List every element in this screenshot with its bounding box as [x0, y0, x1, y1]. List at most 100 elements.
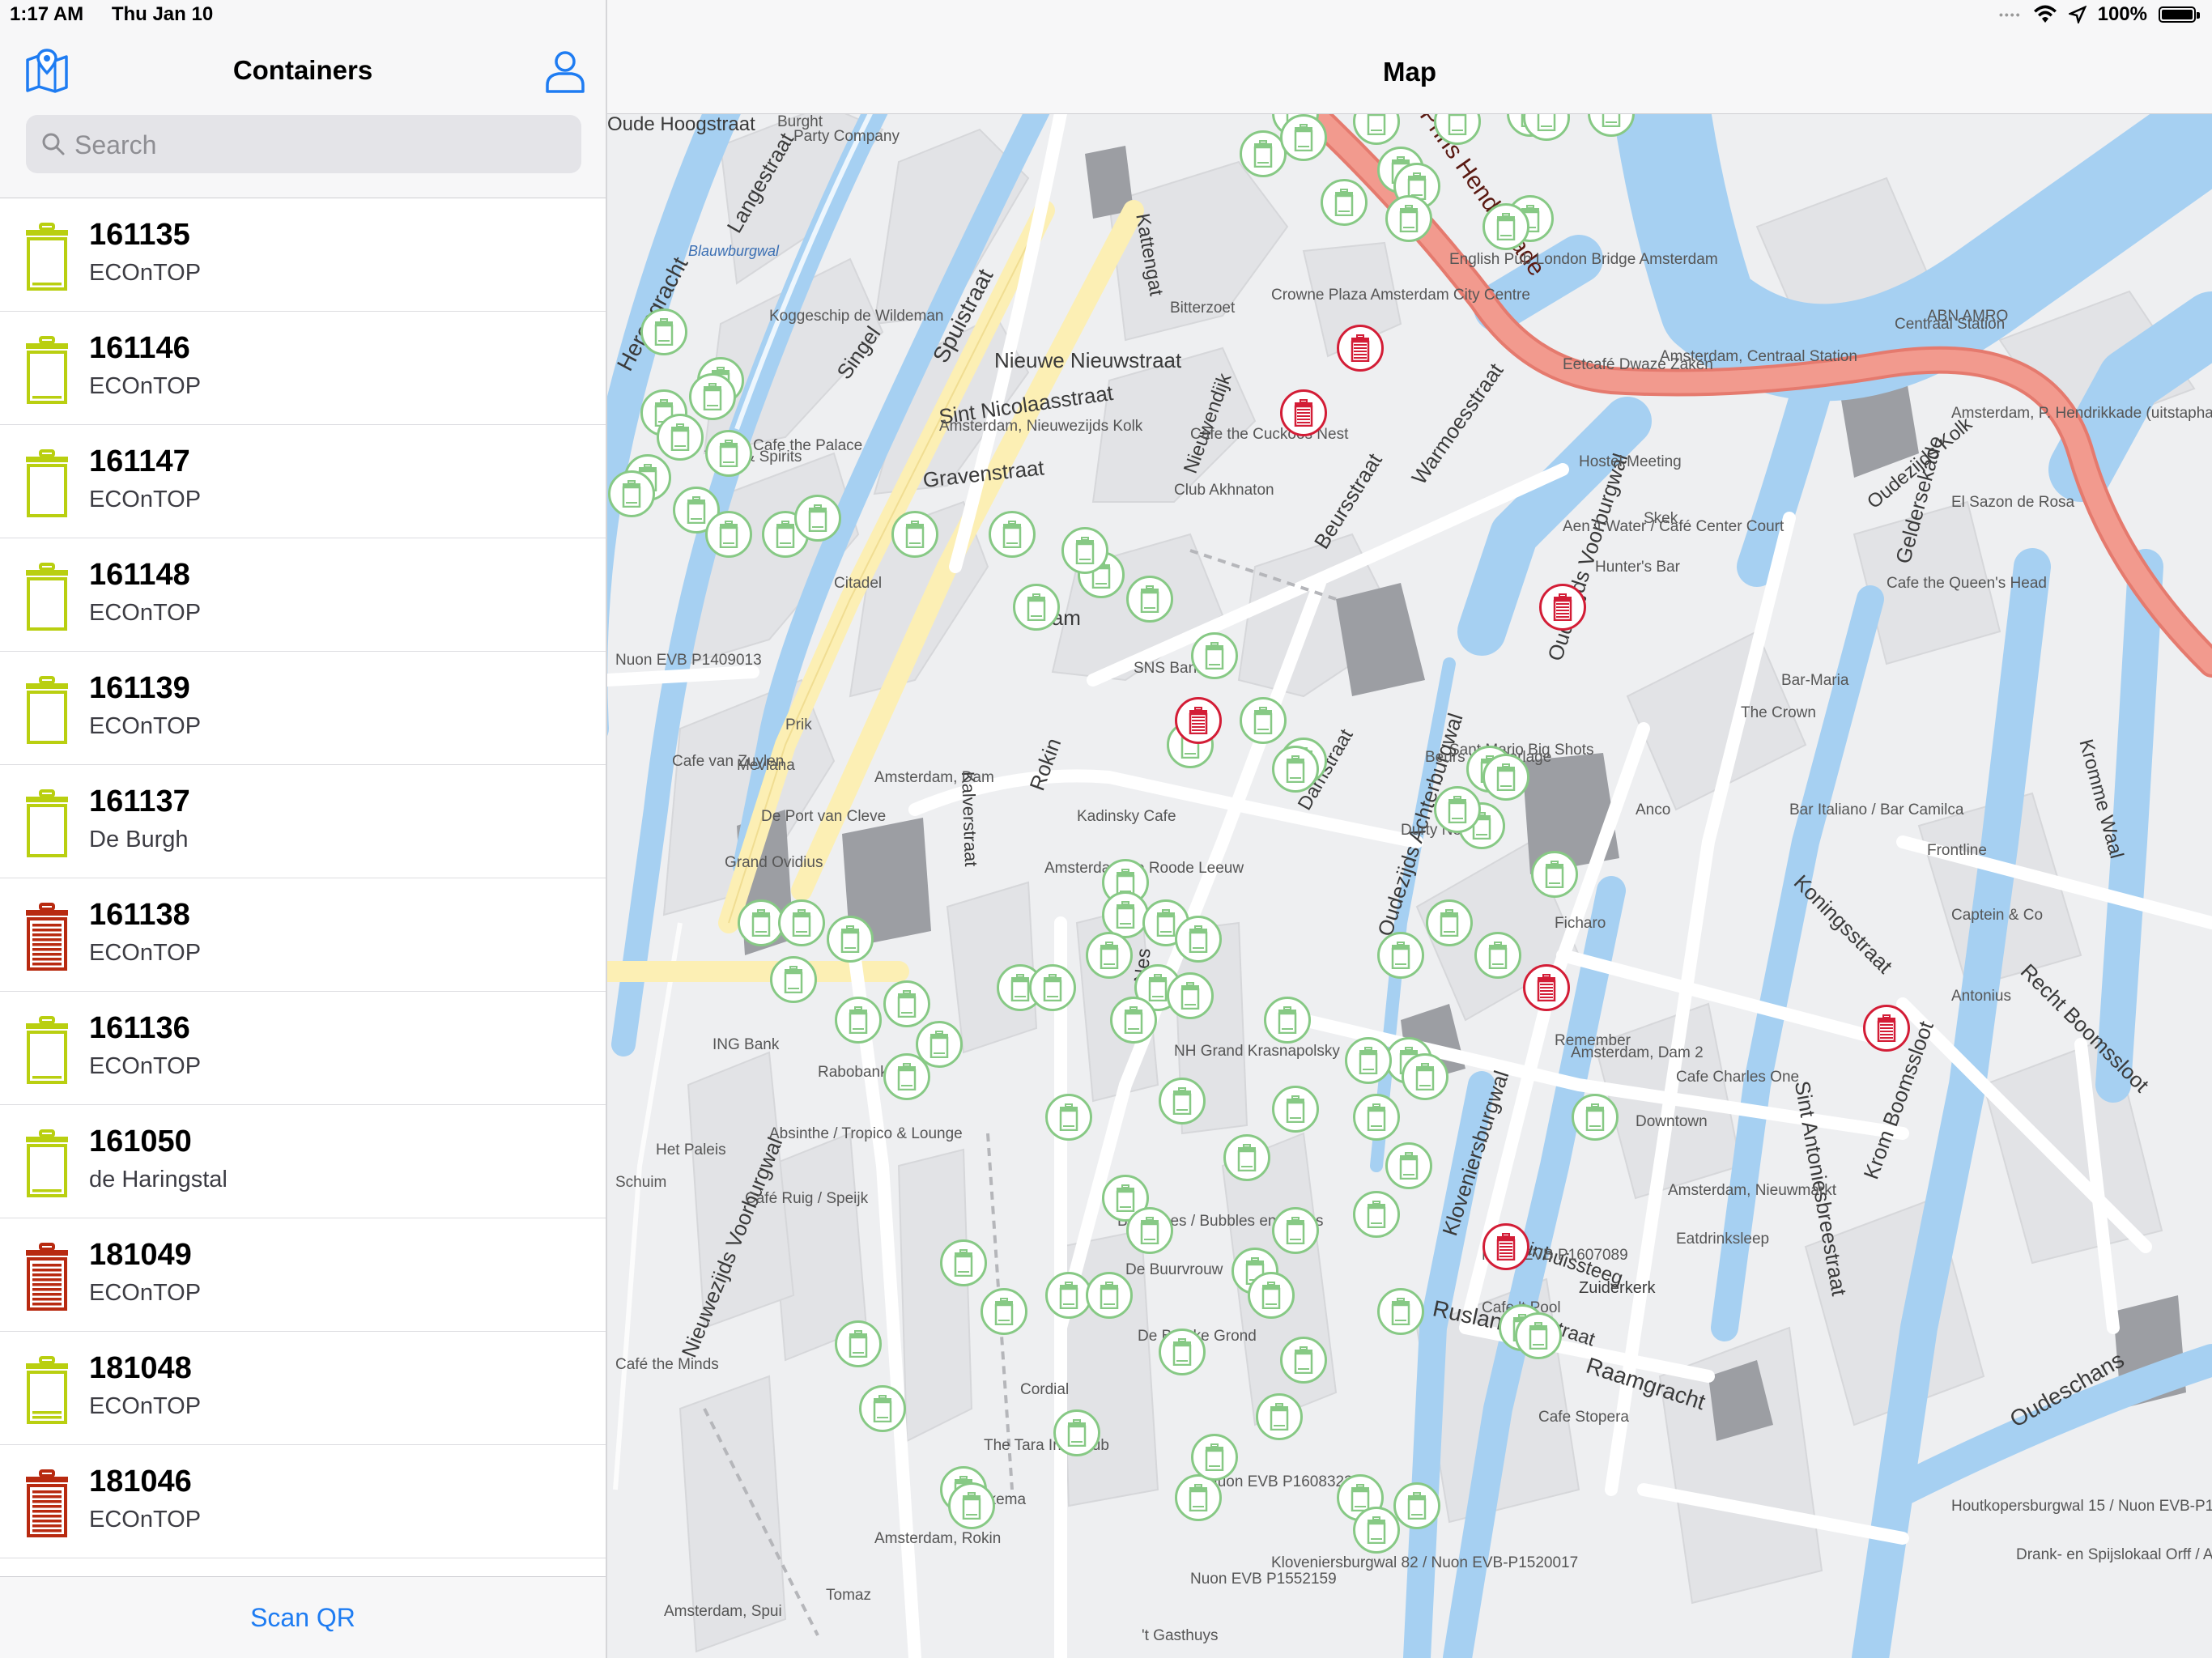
container-pin[interactable] — [1531, 851, 1578, 898]
container-row[interactable]: 161147 ECOnTOP — [0, 425, 606, 538]
container-pin[interactable] — [640, 308, 687, 355]
container-location: De Burgh — [89, 827, 189, 852]
container-pin[interactable] — [989, 511, 1036, 558]
container-pin[interactable] — [1482, 754, 1529, 801]
container-row[interactable]: 161139 ECOnTOP — [0, 652, 606, 765]
container-pin[interactable] — [1126, 1207, 1173, 1254]
container-pin-full[interactable] — [1523, 964, 1570, 1011]
container-pin[interactable] — [1013, 584, 1060, 631]
trash-bin-icon — [873, 1395, 892, 1422]
container-pin[interactable] — [1191, 632, 1238, 679]
container-pin[interactable] — [1272, 1207, 1319, 1254]
container-pin[interactable] — [794, 495, 841, 542]
container-pin[interactable] — [705, 511, 752, 558]
container-pin[interactable] — [1159, 1078, 1206, 1124]
container-pin[interactable] — [1377, 1288, 1424, 1335]
container-pin-full[interactable] — [1337, 325, 1384, 372]
container-pin[interactable] — [883, 980, 930, 1027]
container-pin[interactable] — [1321, 179, 1368, 226]
container-pin-full[interactable] — [1482, 1223, 1529, 1270]
container-pin[interactable] — [1353, 1507, 1400, 1554]
user-icon[interactable] — [541, 47, 589, 96]
container-pin[interactable] — [1175, 916, 1222, 963]
container-pin[interactable] — [1053, 1409, 1100, 1456]
container-pin[interactable] — [657, 414, 704, 461]
container-pin[interactable] — [1434, 786, 1481, 833]
container-pin[interactable] — [948, 1482, 995, 1529]
container-pin[interactable] — [689, 373, 736, 420]
place-label: Kadinsky Cafe — [1077, 808, 1176, 825]
container-row[interactable]: 161148 ECOnTOP — [0, 538, 606, 652]
container-pin[interactable] — [1191, 1434, 1238, 1481]
container-pin[interactable] — [1086, 1272, 1133, 1319]
container-pin[interactable] — [1240, 697, 1287, 744]
trash-bin-icon — [792, 909, 811, 937]
container-row[interactable]: 161050 de Haringstal — [0, 1105, 606, 1218]
container-pin[interactable] — [608, 470, 655, 517]
container-pin[interactable] — [1482, 203, 1529, 250]
signal-dots-icon: •••• — [1999, 8, 2022, 21]
container-pin[interactable] — [1385, 195, 1432, 242]
container-pin[interactable] — [1515, 1312, 1562, 1359]
container-pin[interactable] — [778, 899, 825, 946]
map-view[interactable]: Prins Hendrikkade Nieuwe Nieuwstraat Sint … — [607, 113, 2212, 1658]
container-pin[interactable] — [1159, 1329, 1206, 1375]
container-pin-full[interactable] — [1539, 584, 1586, 631]
container-pin[interactable] — [940, 1239, 987, 1286]
container-pin[interactable] — [1264, 997, 1311, 1044]
container-pin[interactable] — [1385, 1142, 1432, 1189]
trash-bin-icon — [1140, 1217, 1159, 1244]
container-pin[interactable] — [827, 916, 874, 963]
container-pin[interactable] — [1426, 899, 1473, 946]
place-label: Rabobank — [818, 1064, 888, 1081]
container-pin[interactable] — [1248, 1272, 1295, 1319]
container-pin[interactable] — [981, 1288, 1027, 1335]
container-pin[interactable] — [1223, 1134, 1270, 1181]
place-label: Bar Italiano / Bar Camilca — [1789, 801, 1964, 818]
container-pin[interactable] — [883, 1053, 930, 1100]
container-row[interactable]: 181049 ECOnTOP — [0, 1218, 606, 1332]
container-pin[interactable] — [1167, 972, 1214, 1019]
container-pin-full[interactable] — [1863, 1005, 1910, 1052]
scan-qr-button[interactable]: Scan QR — [0, 1603, 606, 1633]
container-pin[interactable] — [1110, 997, 1157, 1044]
search-input[interactable] — [73, 115, 562, 175]
container-pin[interactable] — [1029, 964, 1076, 1011]
container-pin[interactable] — [859, 1385, 906, 1432]
container-pin[interactable] — [1572, 1094, 1619, 1141]
container-pin[interactable] — [1272, 1086, 1319, 1133]
search-bar[interactable] — [26, 115, 581, 175]
container-row[interactable]: 181048 ECOnTOP — [0, 1332, 606, 1445]
container-pin[interactable] — [1353, 1191, 1400, 1238]
container-pin[interactable] — [1061, 527, 1108, 574]
container-pin-full[interactable] — [1280, 389, 1327, 436]
container-row[interactable]: 181046 ECOnTOP — [0, 1445, 606, 1558]
place-label: Grand Ovidius — [725, 854, 823, 871]
container-pin[interactable] — [1353, 1094, 1400, 1141]
container-pin[interactable] — [1126, 576, 1173, 623]
container-pin[interactable] — [1086, 932, 1133, 979]
container-pin[interactable] — [1280, 114, 1327, 161]
container-pin[interactable] — [835, 1320, 882, 1367]
container-pin[interactable] — [705, 430, 752, 477]
container-pin[interactable] — [1393, 1482, 1440, 1529]
container-row[interactable]: 161138 ECOnTOP — [0, 878, 606, 992]
container-row[interactable]: 161146 ECOnTOP — [0, 312, 606, 425]
container-pin[interactable] — [1377, 932, 1424, 979]
trash-bin-icon — [808, 504, 827, 532]
container-pin[interactable] — [1175, 1474, 1222, 1521]
container-pin[interactable] — [1345, 1037, 1392, 1084]
container-pin-full[interactable] — [1175, 697, 1222, 744]
container-pin[interactable] — [770, 956, 817, 1003]
container-pin[interactable] — [1474, 932, 1521, 979]
container-pin[interactable] — [891, 511, 938, 558]
container-pin[interactable] — [1272, 746, 1319, 793]
container-pin[interactable] — [1402, 1053, 1448, 1100]
container-pin[interactable] — [1045, 1094, 1092, 1141]
container-row[interactable]: 161135 ECOnTOP — [0, 198, 606, 312]
container-pin[interactable] — [835, 997, 882, 1044]
container-row[interactable]: 161137 De Burgh — [0, 765, 606, 878]
container-row[interactable]: 161136 ECOnTOP — [0, 992, 606, 1105]
container-pin[interactable] — [1256, 1393, 1303, 1440]
container-pin[interactable] — [1280, 1337, 1327, 1384]
